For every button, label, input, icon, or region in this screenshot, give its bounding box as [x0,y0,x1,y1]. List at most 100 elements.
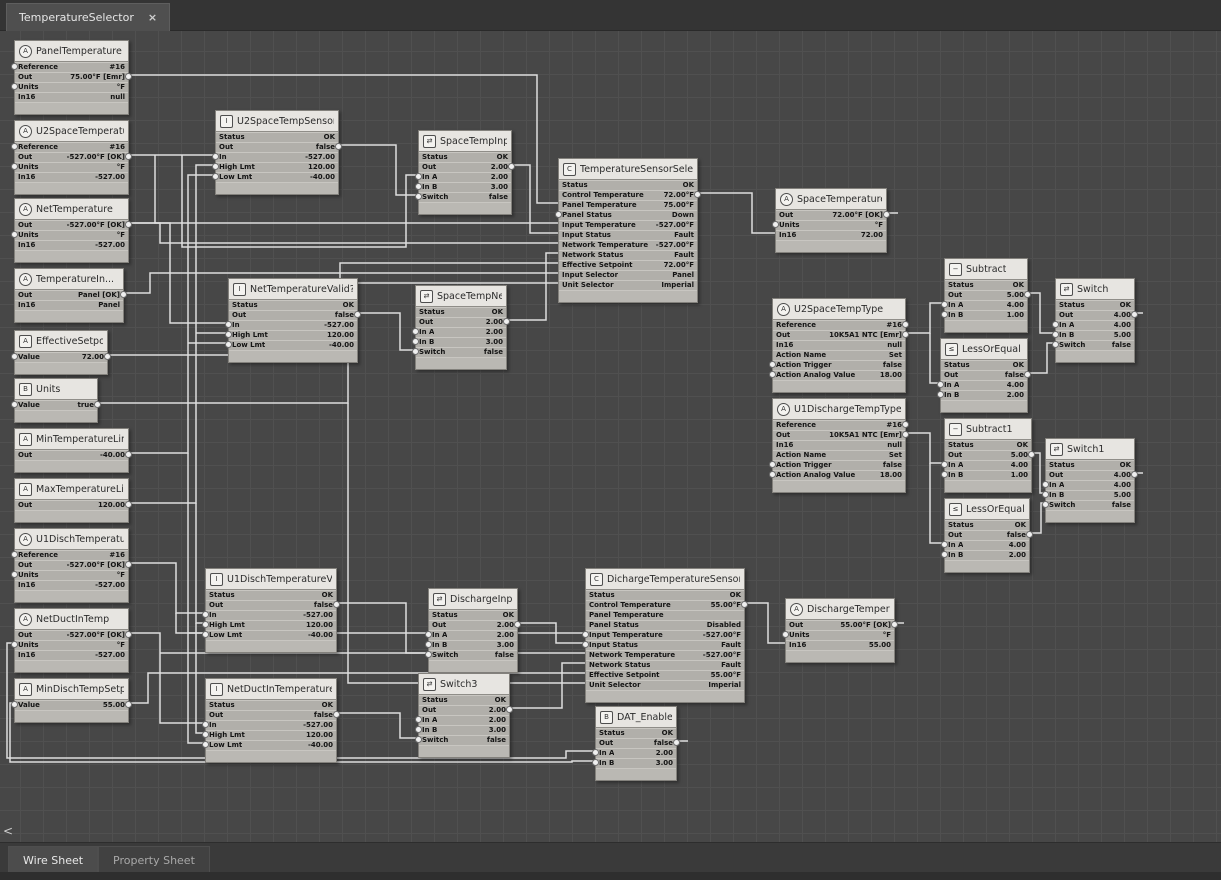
port-dot[interactable] [11,401,18,408]
port-dot[interactable] [769,361,776,368]
port-dot[interactable] [1042,491,1049,498]
port-dot[interactable] [514,621,521,628]
port-dot[interactable] [673,739,680,746]
port-dot[interactable] [782,631,789,638]
port-dot[interactable] [694,191,701,198]
port-dot[interactable] [941,471,948,478]
port-dot[interactable] [125,701,132,708]
block-u2spacetemperature[interactable]: AU2SpaceTemperatureReference#16Out-527.0… [14,120,129,195]
port-dot[interactable] [1042,481,1049,488]
block-netductintemp[interactable]: ANetDuctInTempOut-527.00°F [OK]Units°FIn… [14,608,129,673]
block-u1dischtemperature[interactable]: AU1DischTemperatureReference#16Out-527.0… [14,528,129,603]
port-dot[interactable] [1131,311,1138,318]
port-dot[interactable] [202,731,209,738]
port-dot[interactable] [104,353,111,360]
port-dot[interactable] [202,621,209,628]
block-effectivesetpoint[interactable]: AEffectiveSetpointValue72.00 [14,330,108,375]
block-spacetempnet[interactable]: ⇄SpaceTempNet...StatusOKOut2.00In A2.00I… [415,285,507,370]
port-dot[interactable] [937,391,944,398]
port-dot[interactable] [941,461,948,468]
port-dot[interactable] [11,63,18,70]
block-u1dischargetemptype[interactable]: AU1DischargeTempTypeReference#16Out10K5A… [772,398,906,493]
port-dot[interactable] [883,211,890,218]
port-dot[interactable] [592,759,599,766]
port-dot[interactable] [769,371,776,378]
block-dichargetemperaturesensorselector[interactable]: CDichargeTemperatureSensorSelectorStatus… [585,568,745,703]
block-mintemperaturelimit[interactable]: AMinTemperatureLimitOut-40.00 [14,428,129,473]
block-u1dischtemperaturevalid[interactable]: IU1DischTemperatureValid?StatusOKOutfals… [205,568,337,653]
port-dot[interactable] [225,331,232,338]
block-switch3[interactable]: ⇄Switch3StatusOKOut2.00In A2.00In B3.00S… [418,673,510,758]
port-dot[interactable] [415,736,422,743]
port-dot[interactable] [941,551,948,558]
port-dot[interactable] [741,601,748,608]
port-dot[interactable] [11,231,18,238]
port-dot[interactable] [415,193,422,200]
block-temperaturein[interactable]: ATemperatureIn...OutPanel [OK]In16Panel [14,268,124,323]
port-dot[interactable] [225,321,232,328]
tab-temperatureselector[interactable]: TemperatureSelector × [6,3,170,31]
port-dot[interactable] [941,541,948,548]
tab-close-icon[interactable]: × [148,11,157,24]
port-dot[interactable] [412,328,419,335]
port-dot[interactable] [425,651,432,658]
port-dot[interactable] [555,211,562,218]
port-dot[interactable] [1028,451,1035,458]
block-u2spacetemptype[interactable]: AU2SpaceTempTypeReference#16Out10K5A1 NT… [772,298,906,393]
block-u2spacetempsensorvalid[interactable]: IU2SpaceTempSensorValid?StatusOKOutfalse… [215,110,339,195]
block-spacetempinp[interactable]: ⇄SpaceTempInp...StatusOKOut2.00In A2.00I… [418,130,512,215]
port-dot[interactable] [120,291,127,298]
port-dot[interactable] [11,641,18,648]
block-dat-enabled[interactable]: BDAT_EnabledStatusOKOutfalseIn A2.00In B… [595,706,677,781]
block-dischargetemperature[interactable]: ADischargeTemperatureOut55.00°F [OK]Unit… [785,598,895,663]
block-maxtemperaturelimit[interactable]: AMaxTemperatureLimitOut120.00 [14,478,129,523]
port-dot[interactable] [902,321,909,328]
port-dot[interactable] [212,173,219,180]
port-dot[interactable] [11,701,18,708]
port-dot[interactable] [769,461,776,468]
port-dot[interactable] [1026,531,1033,538]
block-temperaturesensorselector[interactable]: CTemperatureSensorSelectorStatusOKContro… [558,158,698,303]
port-dot[interactable] [125,631,132,638]
port-dot[interactable] [202,611,209,618]
port-dot[interactable] [415,183,422,190]
port-dot[interactable] [425,641,432,648]
block-nettemperature[interactable]: ANetTemperatureOut-527.00°F [OK]Units°FI… [14,198,129,263]
port-dot[interactable] [125,451,132,458]
port-dot[interactable] [11,571,18,578]
port-dot[interactable] [94,401,101,408]
port-dot[interactable] [335,143,342,150]
block-netductintemperaturevalid[interactable]: INetDuctInTemperatureValid?/StatusOKOutf… [205,678,337,763]
tab-property-sheet[interactable]: Property Sheet [98,846,210,873]
port-dot[interactable] [412,348,419,355]
port-dot[interactable] [11,163,18,170]
port-dot[interactable] [412,338,419,345]
port-dot[interactable] [11,143,18,150]
port-dot[interactable] [212,153,219,160]
port-dot[interactable] [1131,471,1138,478]
port-dot[interactable] [415,173,422,180]
tab-wire-sheet[interactable]: Wire Sheet [8,846,98,873]
port-dot[interactable] [202,721,209,728]
block-subtract[interactable]: −SubtractStatusOKOut5.00In A4.00In B1.00 [944,258,1028,333]
port-dot[interactable] [333,711,340,718]
port-dot[interactable] [415,716,422,723]
port-dot[interactable] [772,221,779,228]
port-dot[interactable] [941,311,948,318]
block-switch1[interactable]: ⇄Switch1StatusOKOut4.00In A4.00In B5.00S… [1045,438,1135,523]
port-dot[interactable] [415,726,422,733]
port-dot[interactable] [508,163,515,170]
port-dot[interactable] [506,706,513,713]
port-dot[interactable] [202,631,209,638]
port-dot[interactable] [891,621,898,628]
port-dot[interactable] [125,501,132,508]
port-dot[interactable] [902,421,909,428]
port-dot[interactable] [125,73,132,80]
block-paneltemperature[interactable]: APanelTemperatureReference#16Out75.00°F … [14,40,129,115]
port-dot[interactable] [1024,371,1031,378]
port-dot[interactable] [125,561,132,568]
block-subtract1[interactable]: −Subtract1StatusOKOut5.00In A4.00In B1.0… [944,418,1032,493]
port-dot[interactable] [225,341,232,348]
port-dot[interactable] [1052,321,1059,328]
port-dot[interactable] [902,331,909,338]
